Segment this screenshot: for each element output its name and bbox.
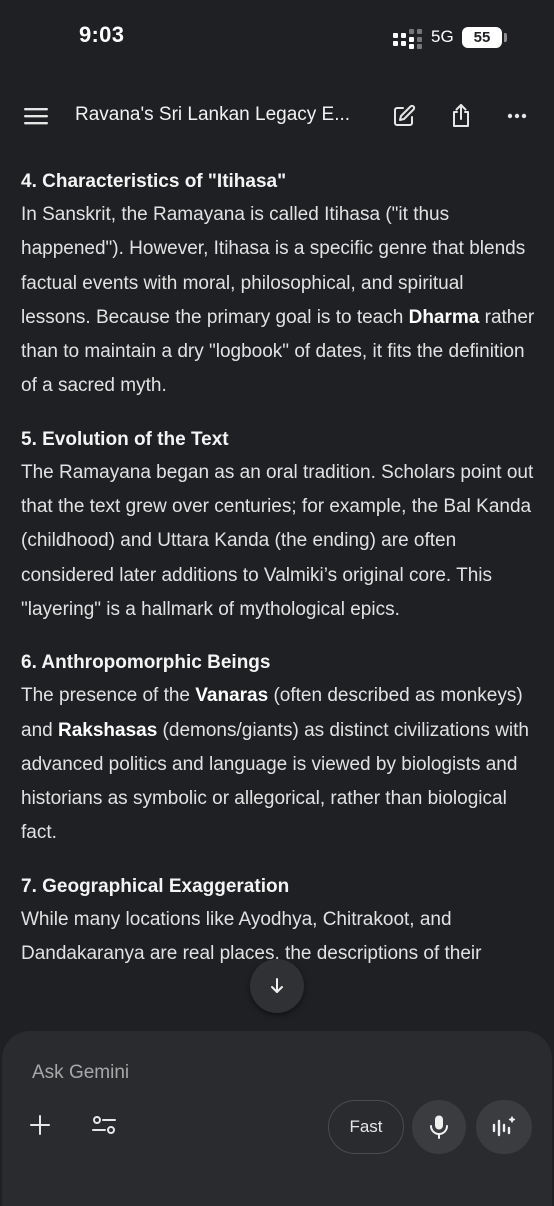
more-options-button[interactable] [503,102,531,130]
response-content: 4. Characteristics of "Itihasa" In Sansk… [21,166,536,971]
share-button[interactable] [447,102,475,130]
status-time: 9:03 [79,22,125,47]
bold-term: Rakshasas [57,719,158,741]
section-paragraph: The Ramayana began as an oral tradition.… [21,461,534,620]
status-bar: 9:03 5G 55 [0,0,554,76]
add-attachment-button[interactable] [24,1109,56,1141]
live-mode-button[interactable] [476,1100,532,1154]
edit-icon [394,104,416,126]
network-type: 5G [431,27,454,46]
bold-term: Vanaras [195,685,269,707]
new-chat-button[interactable] [390,102,418,130]
menu-button[interactable] [22,102,50,130]
model-mode-button[interactable]: Fast [328,1100,404,1154]
bold-term: Dharma [408,306,480,328]
signal-icon [393,29,422,49]
live-icon [492,1116,516,1137]
tune-icon [92,1116,116,1134]
plus-icon [30,1115,50,1135]
battery-tip [504,33,507,42]
prompt-input[interactable] [30,1057,334,1089]
microphone-button[interactable] [412,1100,466,1154]
section-paragraph: The presence of the Vanaras (often descr… [21,679,536,850]
tools-button[interactable] [88,1109,120,1141]
composer-panel: Fast [2,1031,552,1206]
conversation-title[interactable]: Ravana's Sri Lankan Legacy E... [75,104,350,126]
paragraph-text: The presence of the [21,685,196,707]
section-heading: 6. Anthropomorphic Beings [21,652,271,674]
section-paragraph: In Sanskrit, the Ramayana is called Itih… [21,198,536,404]
more-icon [507,113,527,119]
section-heading: 5. Evolution of the Text [21,428,229,450]
section-heading: 7. Geographical Exaggeration [21,875,290,897]
app-bar: Ravana's Sri Lankan Legacy E... [0,92,554,144]
mic-icon [430,1115,448,1139]
battery-indicator: 55 [462,27,502,48]
menu-icon [24,108,48,125]
section-heading: 4. Characteristics of "Itihasa" [21,171,287,192]
share-icon [453,104,469,127]
scroll-to-bottom-button[interactable] [250,959,304,1013]
arrow-down-icon [271,978,283,993]
